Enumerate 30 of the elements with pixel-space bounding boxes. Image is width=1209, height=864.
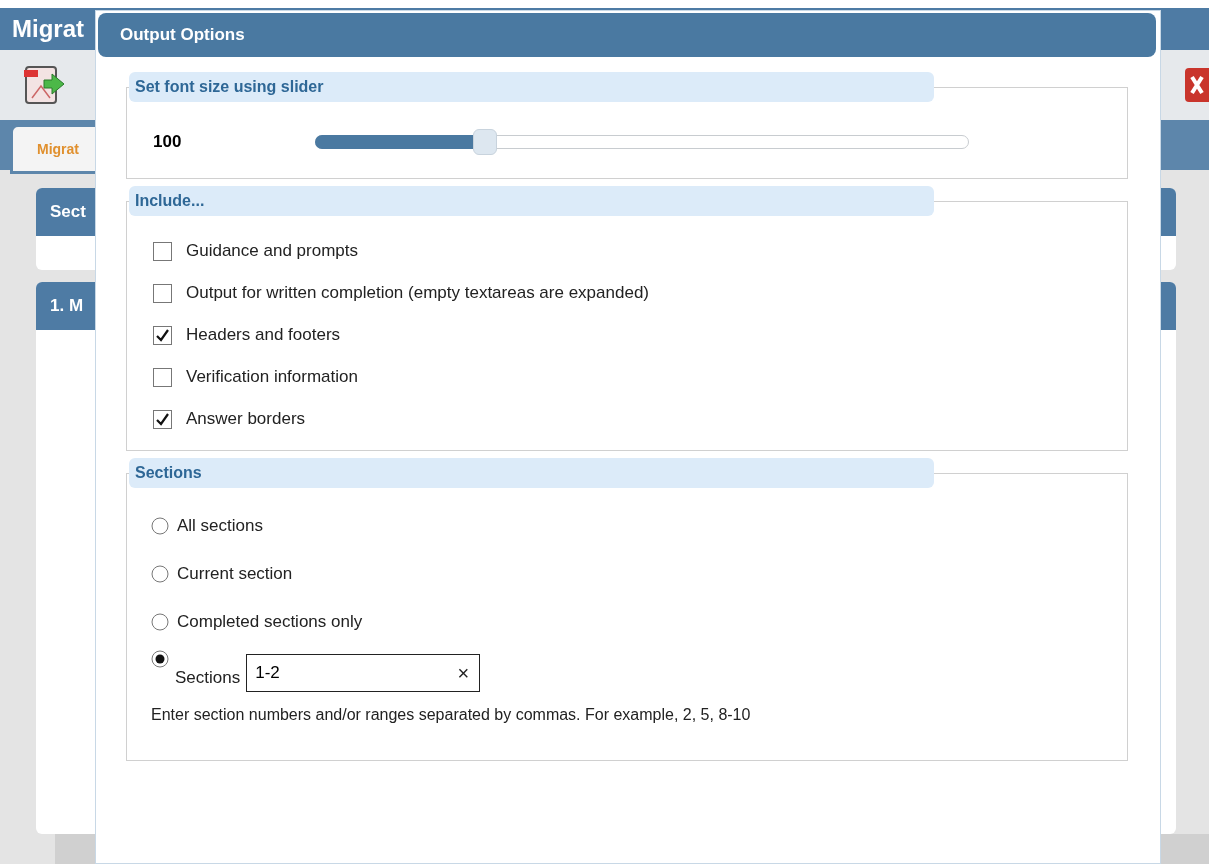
checkbox[interactable] <box>153 367 172 387</box>
checkbox-label[interactable]: Guidance and prompts <box>186 241 358 261</box>
dialog-title: Output Options <box>98 13 1156 57</box>
group-legend: Sections <box>129 458 934 488</box>
checkbox[interactable] <box>153 325 172 345</box>
radio-label[interactable]: Current section <box>177 564 293 584</box>
slider-thumb[interactable] <box>473 129 498 155</box>
checkbox[interactable] <box>153 241 172 261</box>
radio-button[interactable] <box>151 650 169 668</box>
checkbox[interactable] <box>153 409 172 429</box>
clear-button[interactable]: × <box>457 661 470 685</box>
group-legend: Include... <box>129 186 934 216</box>
font-size-value: 100 <box>153 132 183 152</box>
pdf-export-icon[interactable] <box>24 64 66 106</box>
sections-input[interactable]: 1-2 × <box>246 654 481 692</box>
radio-button[interactable] <box>151 565 169 583</box>
hint-text: Enter section numbers and/or ranges separated by commas. For example, 2, 5, 8-10 <box>151 706 752 724</box>
group-legend: Set font size using slider <box>129 72 934 102</box>
radio-button[interactable] <box>151 613 169 631</box>
checkbox-label[interactable]: Answer borders <box>186 409 306 429</box>
radio-label[interactable]: All sections <box>177 516 263 536</box>
radio-label[interactable]: Sections <box>175 668 241 688</box>
checkbox-label[interactable]: Verification information <box>186 367 358 387</box>
slider[interactable] <box>315 129 969 155</box>
app-title: Migrat <box>12 15 84 43</box>
close-icon[interactable] <box>1185 68 1209 102</box>
radio-label[interactable]: Completed sections only <box>177 612 363 632</box>
checkbox-label[interactable]: Output for written completion (empty textareas are expanded) <box>186 283 649 303</box>
radio-button[interactable] <box>151 517 169 535</box>
checkbox[interactable] <box>153 283 172 303</box>
